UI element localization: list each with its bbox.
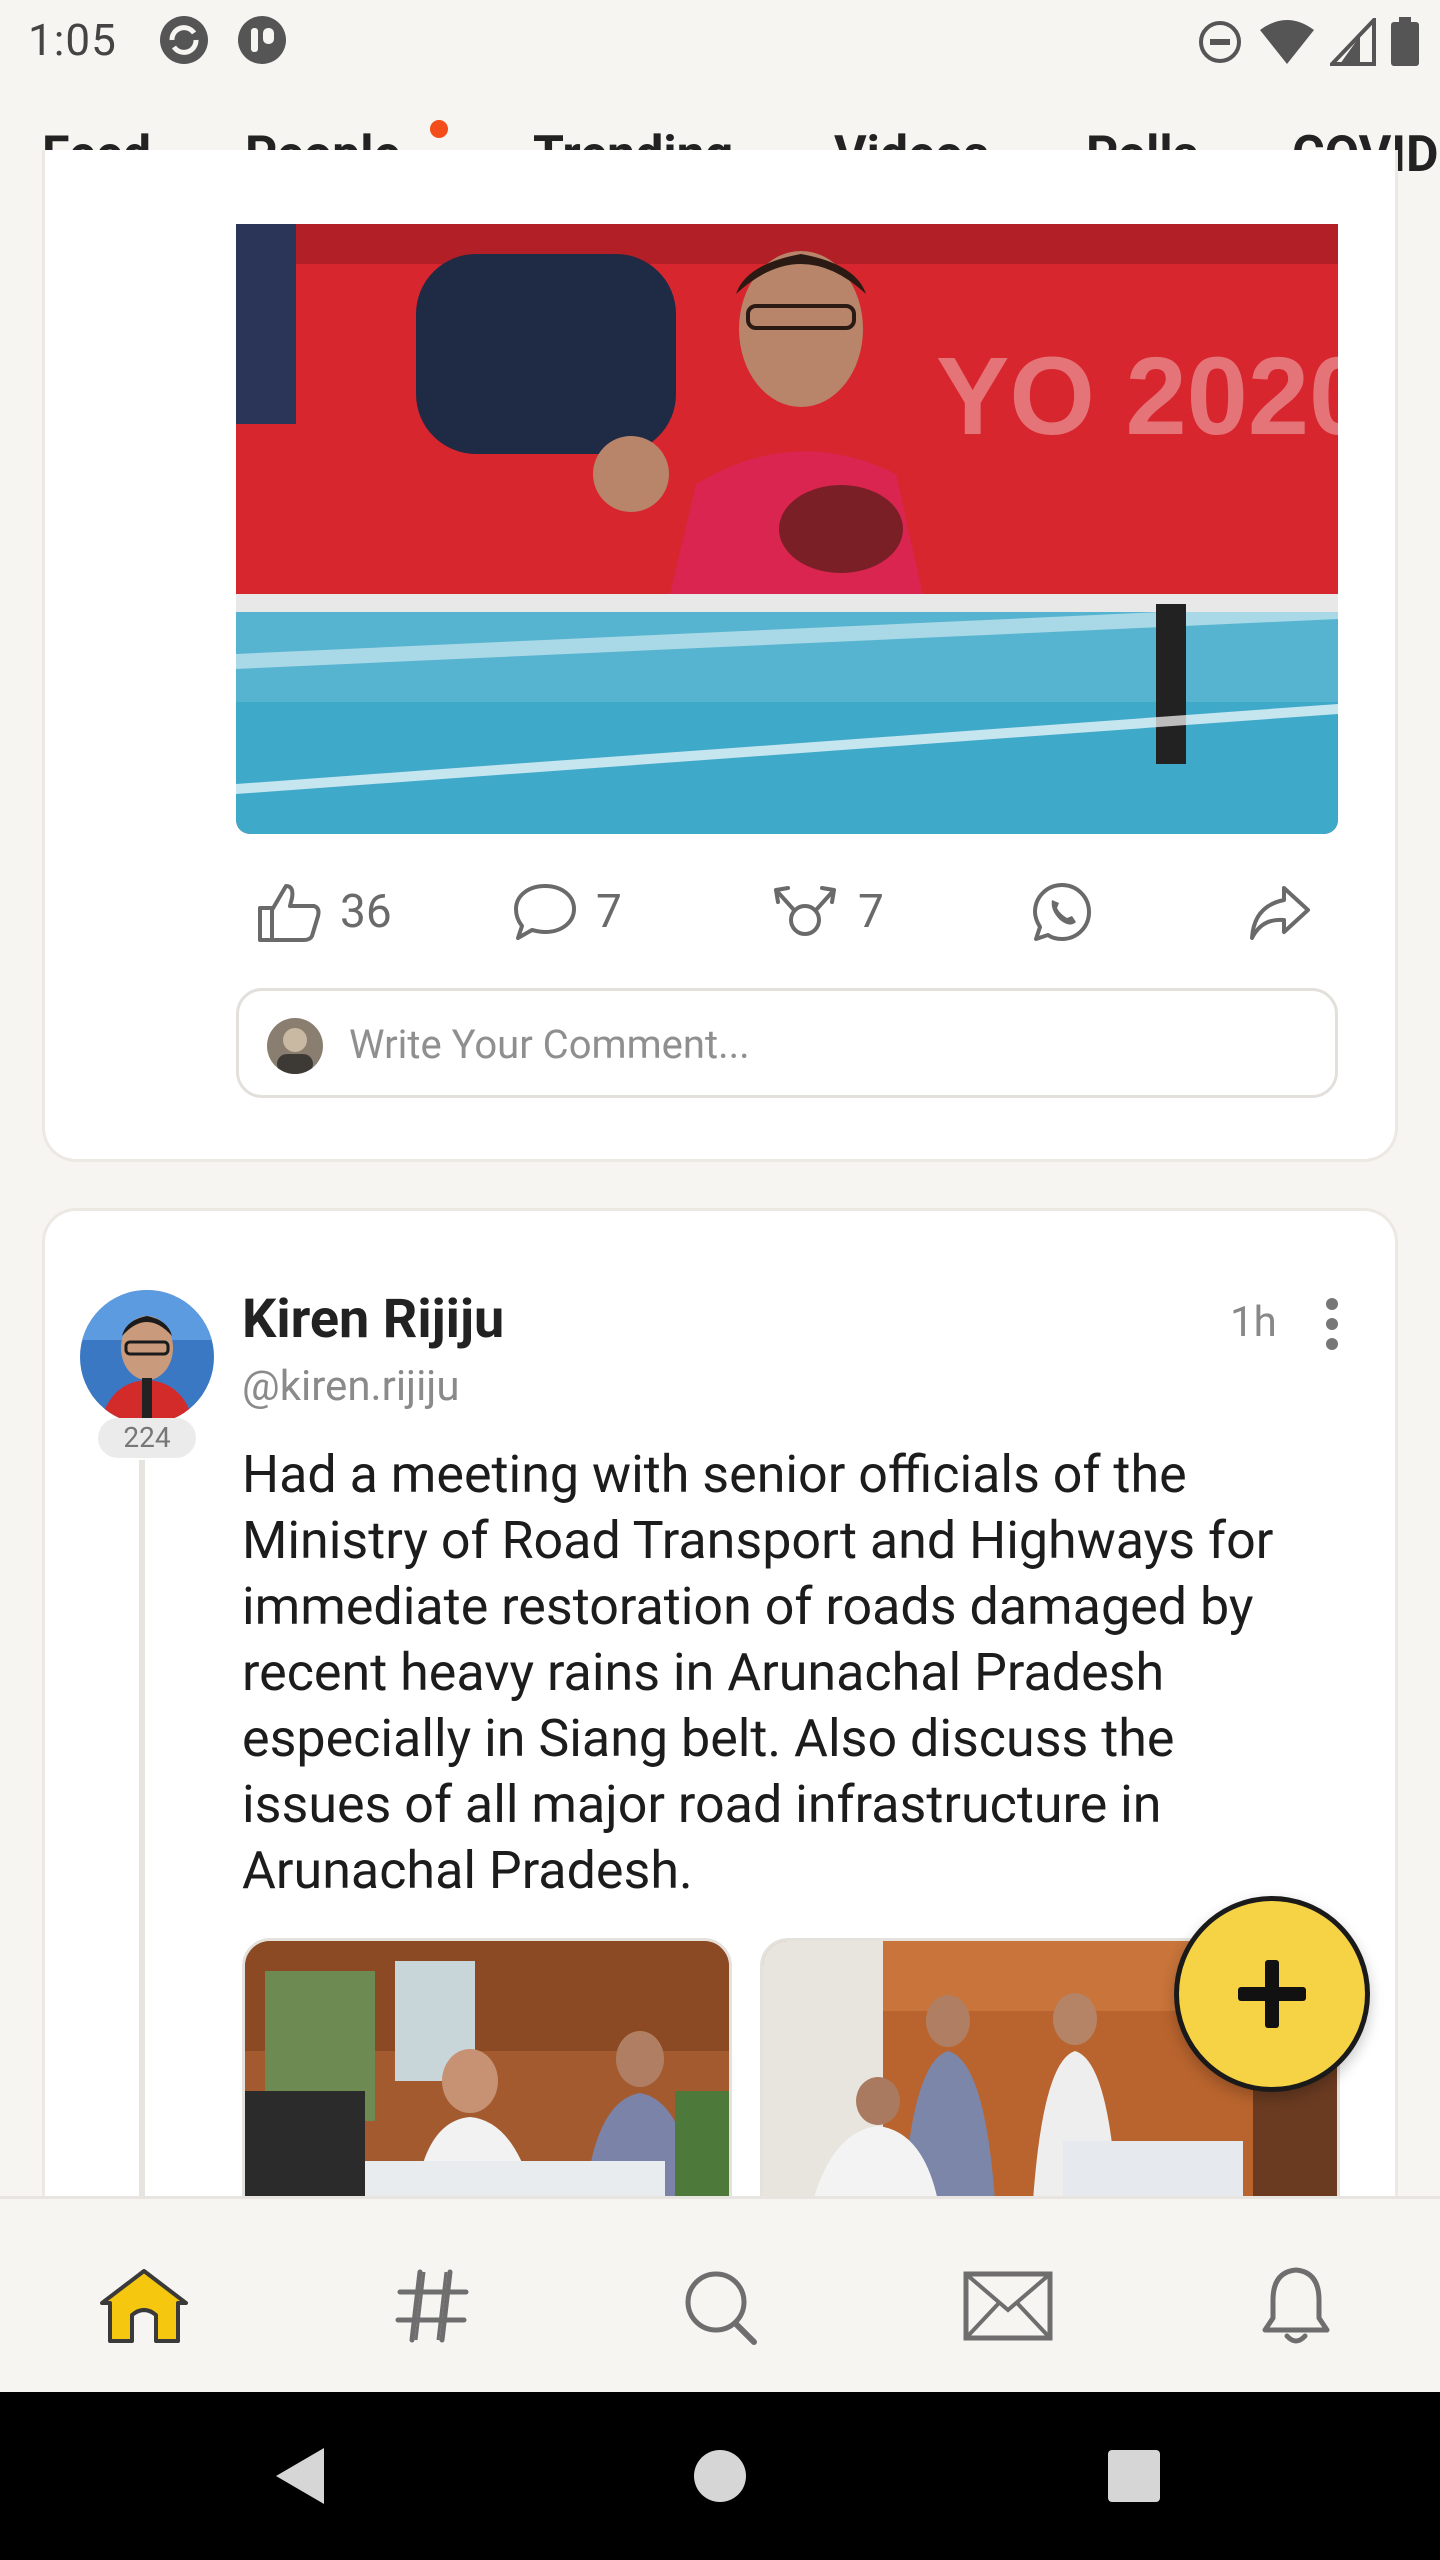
- nav-search[interactable]: [672, 2261, 768, 2351]
- follower-badge: 224: [98, 1418, 196, 1458]
- comment-count: 7: [596, 885, 622, 939]
- like-button[interactable]: 36: [256, 866, 392, 958]
- whatsapp-icon: [1033, 883, 1091, 941]
- comment-button[interactable]: 7: [512, 866, 622, 958]
- recents-square-icon: [1108, 2450, 1160, 2502]
- search-icon: [685, 2271, 757, 2345]
- create-post-button[interactable]: [1174, 1896, 1370, 2092]
- like-count: 36: [340, 885, 392, 939]
- comment-input[interactable]: Write Your Comment...: [236, 988, 1338, 1098]
- share-arrow-icon: [1250, 886, 1310, 940]
- mail-icon: [963, 2271, 1053, 2341]
- notification-dot: [430, 120, 448, 138]
- more-options-icon[interactable]: [1312, 1296, 1352, 1352]
- post-image[interactable]: YO 2020: [236, 224, 1338, 834]
- speech-bubble-icon: [514, 884, 576, 940]
- author-name[interactable]: Kiren Rijiju: [242, 1288, 504, 1351]
- status-bar: 1:05: [0, 0, 1440, 84]
- back-button[interactable]: [266, 2442, 334, 2510]
- back-triangle-icon: [276, 2448, 324, 2504]
- sync-app-icon: [160, 16, 208, 64]
- meeting-photo: [245, 1941, 729, 2198]
- battery-icon: [1391, 17, 1419, 66]
- post-image[interactable]: [242, 1938, 732, 2198]
- recents-button[interactable]: [1100, 2442, 1168, 2510]
- bottom-navigation: [0, 2196, 1440, 2392]
- nav-home[interactable]: [96, 2261, 192, 2351]
- plus-icon: [1238, 1960, 1306, 2028]
- whatsapp-share-button[interactable]: [1030, 866, 1094, 958]
- repost-button[interactable]: 7: [770, 866, 884, 958]
- status-time: 1:05: [28, 14, 117, 66]
- post-text: Had a meeting with senior officials of t…: [242, 1444, 1274, 1901]
- svg-text:YO 2020: YO 2020: [936, 335, 1338, 458]
- author-handle[interactable]: @kiren.rijiju: [242, 1362, 460, 1411]
- system-navigation-bar: [0, 2392, 1440, 2560]
- home-circle-icon: [694, 2450, 746, 2502]
- cellular-signal-icon: [1330, 18, 1376, 66]
- nav-notifications[interactable]: [1248, 2261, 1344, 2351]
- share-button[interactable]: [1248, 866, 1312, 958]
- status-icons: [1196, 14, 1420, 70]
- nav-hashtag[interactable]: [384, 2261, 480, 2351]
- do-not-disturb-icon: [1199, 21, 1241, 63]
- author-avatar[interactable]: [80, 1290, 214, 1424]
- home-system-button[interactable]: [686, 2442, 754, 2510]
- repost-icon: [774, 886, 836, 936]
- post-actions: 36 7 7: [236, 866, 1338, 958]
- hashtag-icon: [395, 2269, 469, 2343]
- nav-messages[interactable]: [960, 2261, 1056, 2351]
- repost-count: 7: [858, 885, 884, 939]
- wifi-icon: [1260, 20, 1314, 64]
- bell-icon: [1262, 2267, 1330, 2344]
- comment-placeholder: Write Your Comment...: [349, 1021, 750, 1068]
- app-notification-icon: [238, 16, 286, 64]
- table-tennis-photo: YO 2020: [236, 224, 1338, 834]
- thread-line: [139, 1460, 145, 2200]
- home-icon: [100, 2269, 188, 2343]
- thumbs-up-icon: [258, 884, 321, 942]
- user-avatar: [267, 1018, 323, 1074]
- post-time: 1h: [1230, 1298, 1277, 1347]
